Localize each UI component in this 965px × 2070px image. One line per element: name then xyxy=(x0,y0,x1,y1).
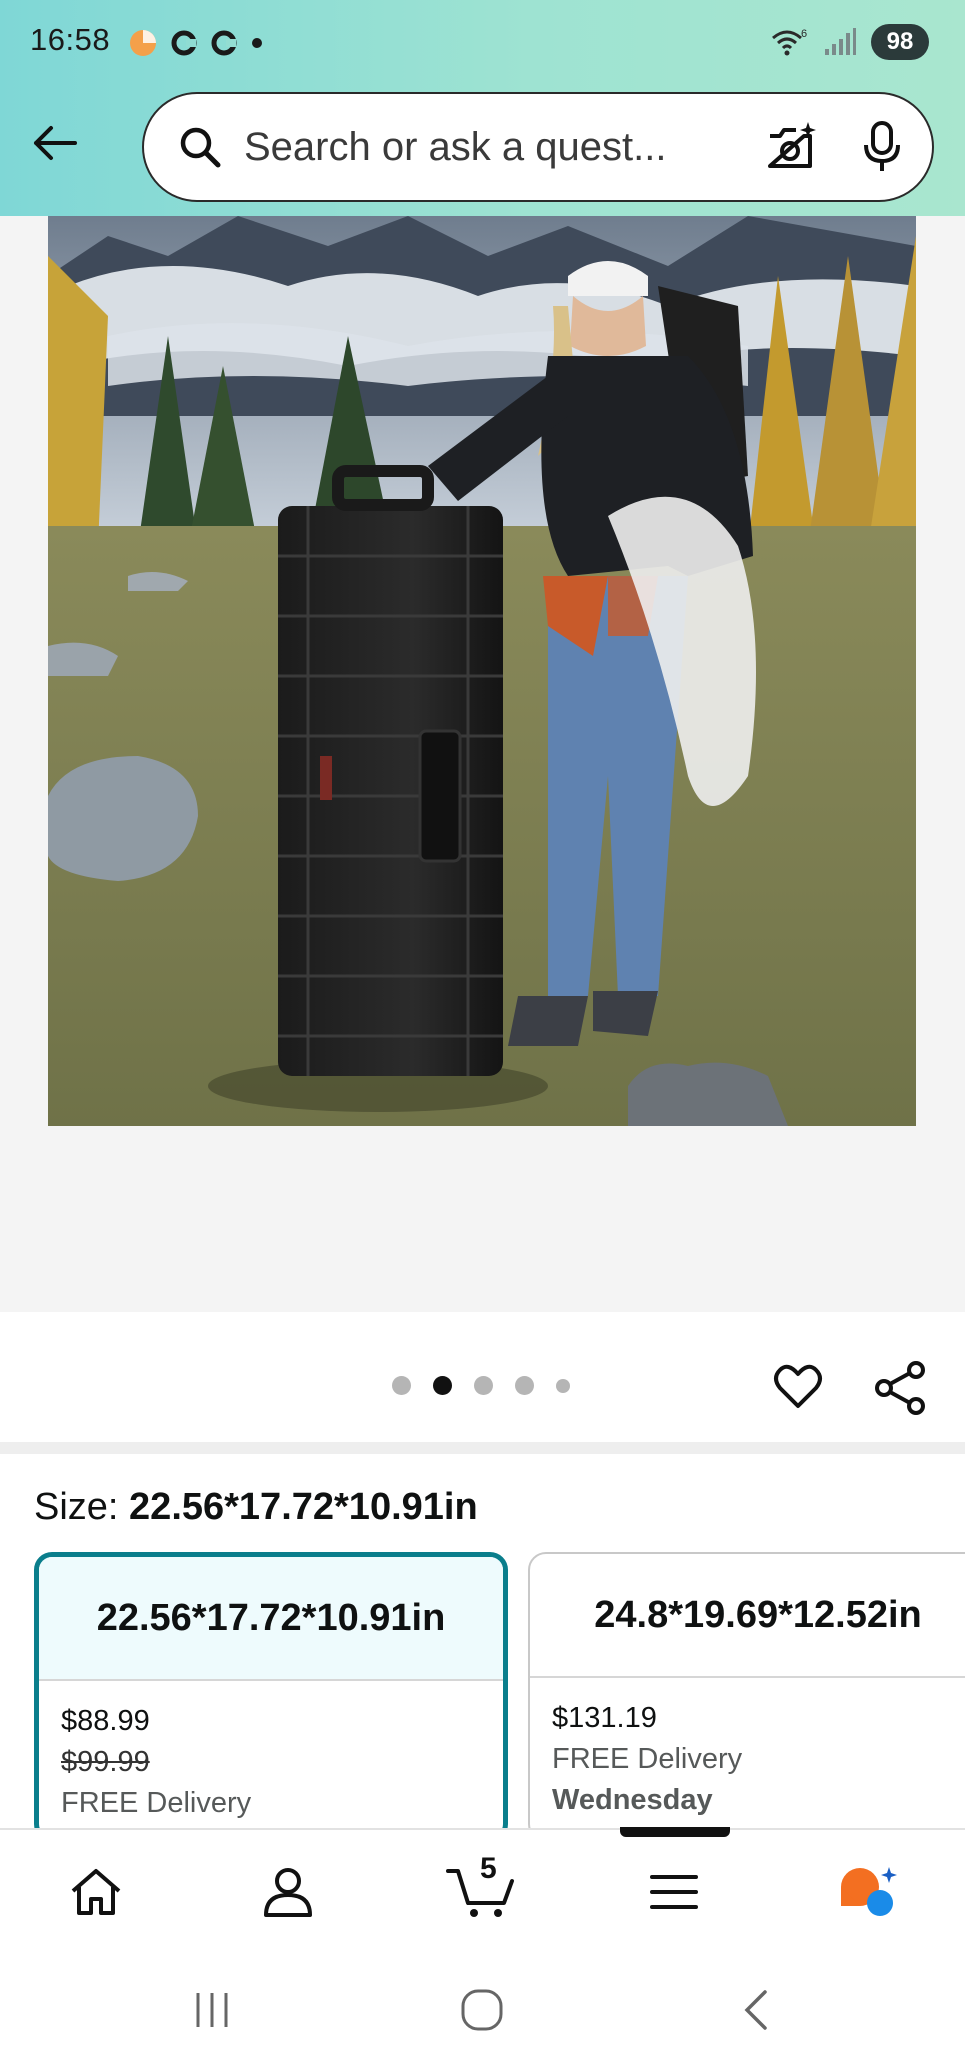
nav-menu[interactable] xyxy=(642,1860,706,1924)
recent-apps-button[interactable] xyxy=(190,1988,234,2032)
carousel-dot[interactable] xyxy=(392,1376,411,1395)
heart-icon[interactable] xyxy=(772,1360,824,1412)
back-button[interactable] xyxy=(30,118,80,168)
status-system-icons: 6 98 xyxy=(769,24,929,60)
size-option-details: $131.19 FREE Delivery Wednesday xyxy=(530,1678,965,1821)
cart-count: 5 xyxy=(480,1852,497,1885)
battery-indicator: 98 xyxy=(871,24,929,60)
data-saver-icon xyxy=(130,30,156,56)
carousel-dot[interactable] xyxy=(474,1376,493,1395)
user-icon xyxy=(264,1868,312,1917)
recent-apps-icon xyxy=(196,1993,228,2027)
chevron-left-icon xyxy=(744,1990,767,2030)
size-option-selected[interactable]: 22.56*17.72*10.91in $88.99 $99.99 FREE D… xyxy=(34,1552,508,1842)
search-input[interactable]: Search or ask a quest... xyxy=(244,125,748,170)
carousel-dot-active[interactable] xyxy=(433,1376,452,1395)
carousel-dot[interactable] xyxy=(515,1376,534,1395)
more-notifications-dot-icon xyxy=(252,38,262,48)
c-app-icon-2 xyxy=(211,30,237,56)
option-delivery-day: Wednesday xyxy=(552,1784,713,1816)
section-divider xyxy=(0,1442,965,1454)
search-icon xyxy=(180,127,221,168)
microphone-icon[interactable] xyxy=(862,121,902,173)
size-label-prefix: Size: xyxy=(34,1486,130,1528)
carousel-dots[interactable] xyxy=(392,1376,570,1395)
nav-rufus[interactable] xyxy=(836,1860,900,1924)
arrow-left-icon xyxy=(34,126,77,160)
option-delivery: FREE Delivery xyxy=(61,1787,252,1819)
size-option[interactable]: 24.8*19.69*12.52in $131.19 FREE Delivery… xyxy=(528,1552,965,1842)
camera-search-icon[interactable] xyxy=(764,122,818,172)
wifi-icon: 6 xyxy=(772,28,807,56)
carousel-dot[interactable] xyxy=(556,1378,570,1393)
rufus-ai-icon xyxy=(841,1867,897,1916)
product-photo[interactable] xyxy=(48,216,916,1126)
c-app-icon xyxy=(171,30,197,56)
battery-level: 98 xyxy=(886,28,914,55)
system-back-button[interactable] xyxy=(736,1988,776,2032)
nav-account[interactable] xyxy=(256,1860,320,1924)
active-tab-indicator xyxy=(620,1827,730,1837)
product-image-gallery[interactable] xyxy=(0,216,965,1312)
option-price: $131.19 xyxy=(552,1702,657,1734)
share-icon[interactable] xyxy=(872,1360,928,1416)
status-notification-icons xyxy=(128,28,264,58)
size-option-title: 24.8*19.69*12.52in xyxy=(530,1554,965,1678)
product-photo-illustration xyxy=(48,216,916,1126)
top-header: 16:58 6 98 Search or ask a quest... xyxy=(0,0,965,216)
menu-icon xyxy=(650,1875,698,1909)
nav-home[interactable] xyxy=(64,1860,128,1924)
size-selected-value: 22.56*17.72*10.91in xyxy=(129,1486,478,1528)
option-list-price: $99.99 xyxy=(61,1746,150,1778)
search-bar[interactable]: Search or ask a quest... xyxy=(142,92,934,202)
size-option-title: 22.56*17.72*10.91in xyxy=(39,1557,503,1681)
size-label: Size: 22.56*17.72*10.91in xyxy=(34,1486,478,1529)
home-circle-icon xyxy=(461,1989,503,2031)
svg-text:6: 6 xyxy=(801,28,807,40)
signal-icon xyxy=(825,28,856,55)
size-option-details: $88.99 $99.99 FREE Delivery Wednesday xyxy=(39,1681,503,1837)
option-price: $88.99 xyxy=(61,1705,150,1737)
status-time: 16:58 xyxy=(30,22,111,57)
option-delivery: FREE Delivery xyxy=(552,1743,743,1775)
home-icon xyxy=(71,1869,121,1915)
home-button[interactable] xyxy=(458,1988,506,2032)
